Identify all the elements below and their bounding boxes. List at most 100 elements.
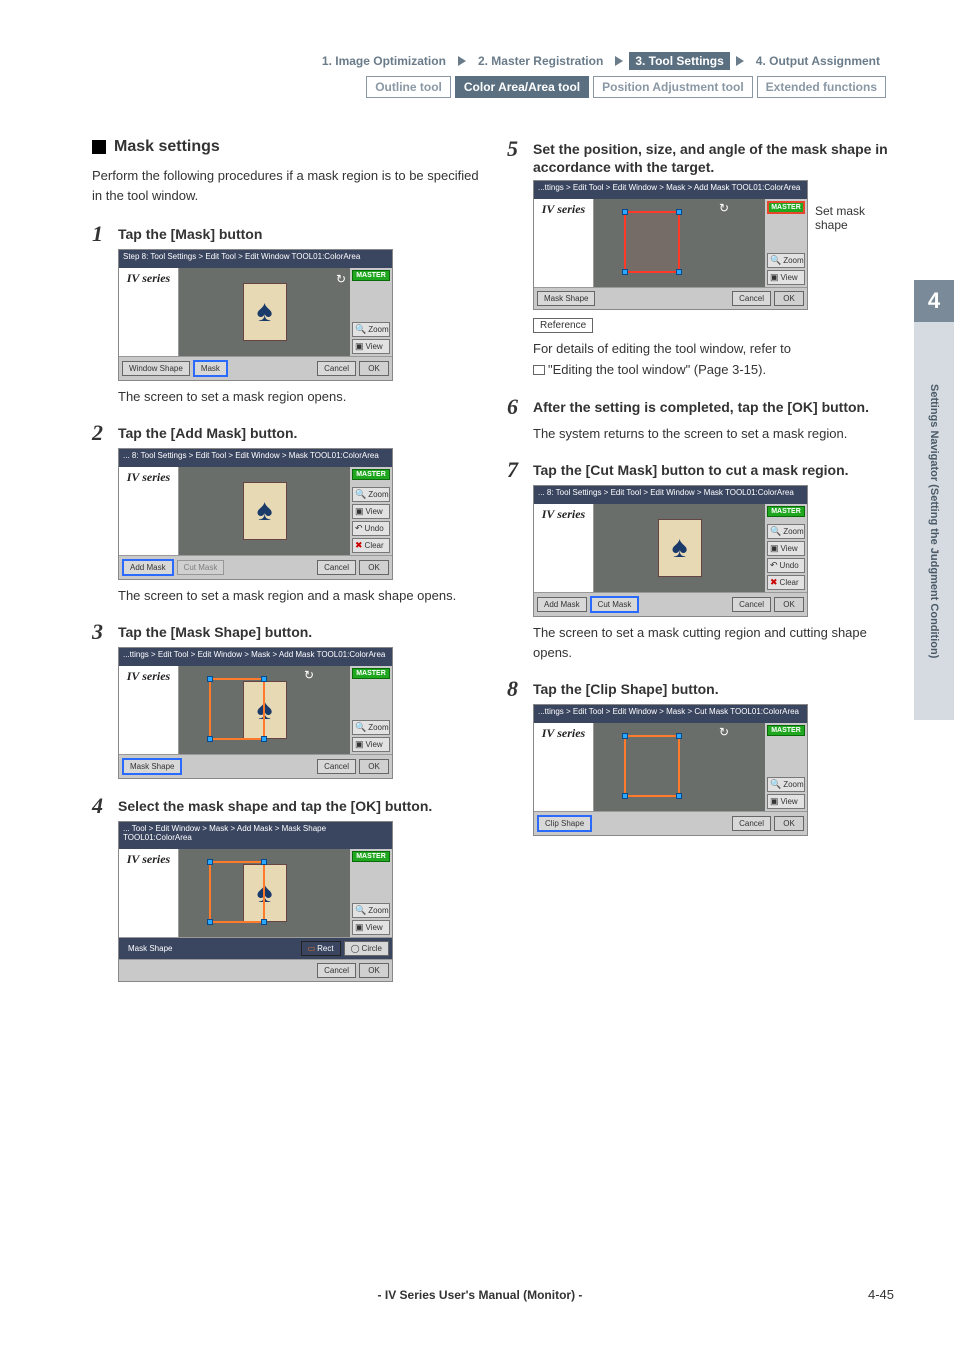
add-mask-button-highlighted[interactable]: Add Mask [122, 559, 174, 576]
ok-button[interactable]: OK [774, 291, 804, 306]
undo-icon: ↶ [770, 560, 778, 571]
chevron-right-icon [736, 56, 744, 66]
mask-shape-button-highlighted[interactable]: Mask Shape [122, 758, 182, 775]
spade-icon: ♠ [257, 496, 273, 526]
step-number: 4 [92, 795, 112, 817]
step-number: 5 [507, 138, 527, 160]
section-heading: Mask settings [92, 138, 479, 156]
step-title: Tap the [Mask Shape] button. [118, 621, 312, 641]
magnifier-icon: 🔍 [355, 324, 366, 335]
ok-button[interactable]: OK [359, 361, 389, 376]
zoom-button[interactable]: 🔍Zoom [352, 322, 390, 337]
book-icon [533, 365, 545, 375]
square-bullet-icon [92, 140, 106, 154]
selection-rect [624, 735, 680, 797]
rotate-icon: ↻ [336, 272, 346, 286]
view-button[interactable]: ▣View [767, 270, 805, 285]
ok-button[interactable]: OK [359, 560, 389, 575]
view-icon: ▣ [770, 543, 779, 554]
mask-shape-button[interactable]: Mask Shape [537, 291, 595, 306]
step-title: Tap the [Cut Mask] button to cut a mask … [533, 459, 849, 479]
step-number: 8 [507, 678, 527, 700]
window-shape-button[interactable]: Window Shape [122, 361, 190, 376]
rect-option[interactable]: ▭Rect [301, 941, 341, 956]
ok-button[interactable]: OK [774, 597, 804, 612]
reference-link: "Editing the tool window" (Page 3-15). [533, 360, 894, 380]
step-title: Set the position, size, and angle of the… [533, 138, 894, 176]
spade-card-image: ♠ [658, 519, 702, 577]
tab-extended[interactable]: Extended functions [757, 76, 886, 98]
cancel-button[interactable]: Cancel [317, 759, 356, 774]
device-brand: IV series [127, 669, 170, 684]
cancel-button[interactable]: Cancel [732, 597, 771, 612]
master-badge: MASTER [352, 668, 390, 679]
view-button[interactable]: ▣View [767, 794, 805, 809]
device-brand: IV series [127, 852, 170, 867]
circle-option[interactable]: ◯Circle [344, 941, 389, 956]
view-button[interactable]: ▣View [352, 737, 390, 752]
tab-position[interactable]: Position Adjustment tool [593, 76, 753, 98]
clear-button[interactable]: ✖Clear [767, 575, 805, 590]
cancel-button[interactable]: Cancel [732, 816, 771, 831]
tab-color-area[interactable]: Color Area/Area tool [455, 76, 589, 98]
clip-shape-button-highlighted[interactable]: Clip Shape [537, 815, 592, 832]
device-screenshot-7: ... 8: Tool Settings > Edit Tool > Edit … [533, 485, 808, 617]
spade-card-image: ♠ [243, 283, 287, 341]
device-breadcrumb: ...ttings > Edit Tool > Edit Window > Ma… [119, 648, 392, 666]
cut-mask-button-highlighted[interactable]: Cut Mask [590, 596, 640, 613]
step-title: After the setting is completed, tap the … [533, 396, 869, 416]
view-button[interactable]: ▣View [767, 541, 805, 556]
cancel-button[interactable]: Cancel [732, 291, 771, 306]
rect-icon: ▭ [308, 944, 316, 953]
undo-button[interactable]: ↶Undo [352, 521, 390, 536]
chevron-right-icon [458, 56, 466, 66]
header-tabs: Outline tool Color Area/Area tool Positi… [92, 76, 894, 98]
view-icon: ▣ [355, 341, 364, 352]
view-button[interactable]: ▣View [352, 504, 390, 519]
step-number: 6 [507, 396, 527, 418]
mask-shape-rect [624, 211, 680, 273]
device-screenshot-3: ...ttings > Edit Tool > Edit Window > Ma… [118, 647, 393, 779]
chevron-right-icon [615, 56, 623, 66]
cancel-button[interactable]: Cancel [317, 963, 356, 978]
zoom-button[interactable]: 🔍Zoom [352, 720, 390, 735]
footer-title: - IV Series User's Manual (Monitor) - [92, 1288, 868, 1302]
zoom-button[interactable]: 🔍Zoom [352, 487, 390, 502]
cancel-button[interactable]: Cancel [317, 361, 356, 376]
undo-icon: ↶ [355, 523, 363, 534]
spade-card-image: ♠ [243, 482, 287, 540]
x-icon: ✖ [355, 540, 363, 551]
view-button[interactable]: ▣View [352, 920, 390, 935]
view-button[interactable]: ▣View [352, 339, 390, 354]
view-icon: ▣ [355, 922, 364, 933]
mask-button-highlighted[interactable]: Mask [193, 360, 228, 377]
zoom-button[interactable]: 🔍Zoom [352, 903, 390, 918]
step-number: 7 [507, 459, 527, 481]
ok-button[interactable]: OK [359, 963, 389, 978]
step-6: 6 After the setting is completed, tap th… [507, 396, 894, 444]
ok-button[interactable]: OK [359, 759, 389, 774]
ok-button[interactable]: OK [774, 816, 804, 831]
cut-mask-button[interactable]: Cut Mask [177, 560, 225, 575]
zoom-button[interactable]: 🔍Zoom [767, 777, 805, 792]
selection-rect [209, 678, 265, 740]
crumb-4: 4. Output Assignment [750, 52, 886, 70]
add-mask-button[interactable]: Add Mask [537, 597, 587, 612]
cancel-button[interactable]: Cancel [317, 560, 356, 575]
device-brand: IV series [542, 726, 585, 741]
device-breadcrumb: ...ttings > Edit Tool > Edit Window > Ma… [534, 181, 807, 199]
device-brand: IV series [542, 202, 585, 217]
zoom-button[interactable]: 🔍Zoom [767, 524, 805, 539]
page-footer: - IV Series User's Manual (Monitor) - 4-… [92, 1287, 894, 1302]
clear-button[interactable]: ✖Clear [352, 538, 390, 553]
undo-button[interactable]: ↶Undo [767, 558, 805, 573]
header-breadcrumb: 1. Image Optimization 2. Master Registra… [92, 52, 894, 70]
tab-outline[interactable]: Outline tool [366, 76, 451, 98]
zoom-button[interactable]: 🔍Zoom [767, 253, 805, 268]
spade-icon: ♠ [257, 297, 273, 327]
x-icon: ✖ [770, 577, 778, 588]
view-icon: ▣ [355, 739, 364, 750]
crumb-1: 1. Image Optimization [316, 52, 452, 70]
section-intro: Perform the following procedures if a ma… [92, 166, 479, 205]
step-desc: The screen to set a mask region opens. [118, 387, 479, 407]
